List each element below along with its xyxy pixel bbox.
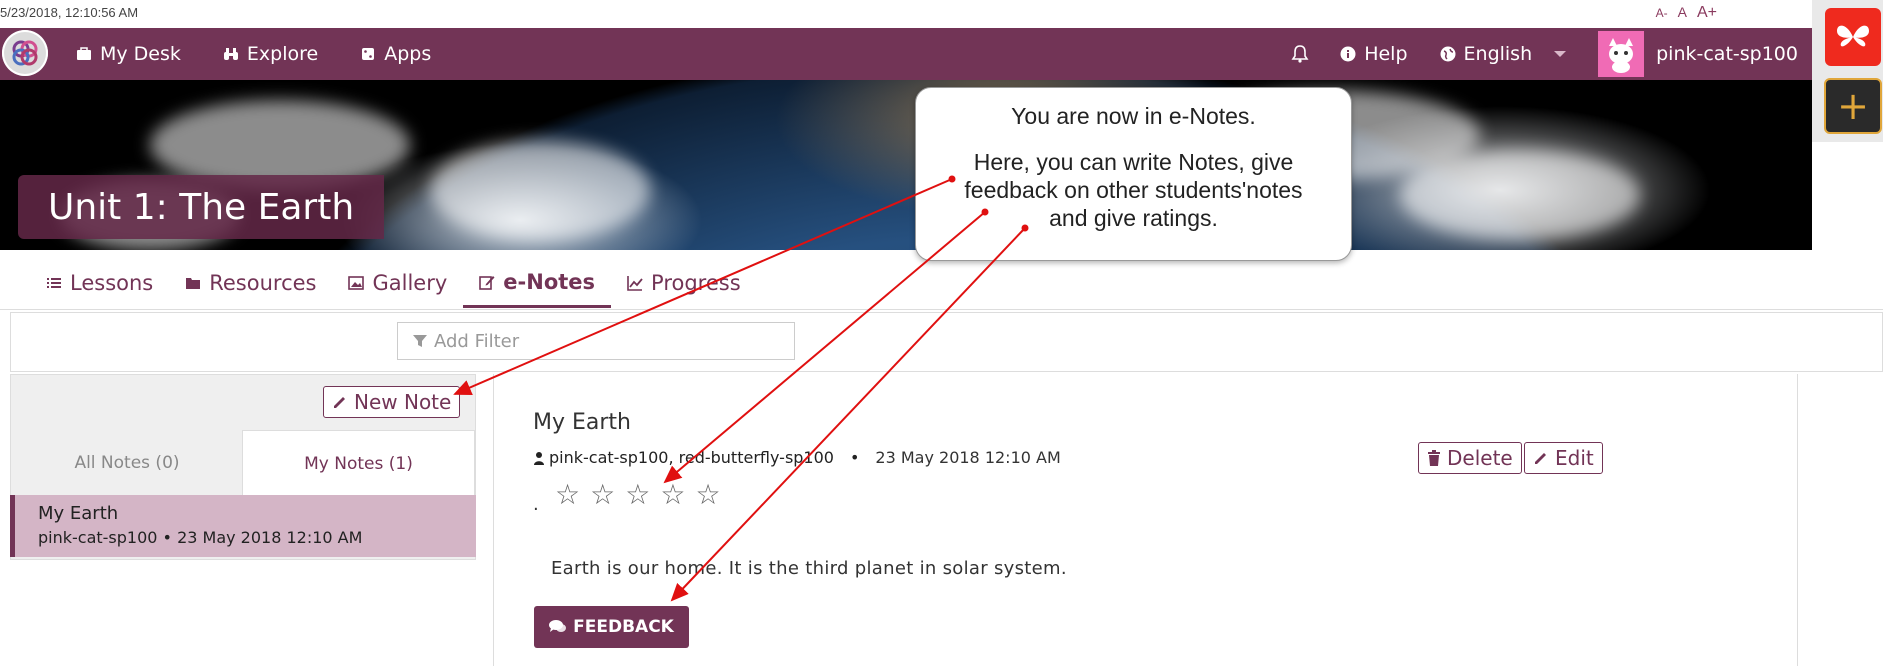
nav-apps-label: Apps [384, 43, 432, 65]
binoculars-icon [223, 48, 238, 60]
list-icon [47, 278, 61, 288]
tab-gallery-label: Gallery [372, 271, 448, 295]
bell-icon[interactable] [1290, 44, 1310, 64]
folder-icon [186, 278, 201, 289]
cat-avatar-icon [1609, 38, 1634, 73]
nav-right: Help English pink-cat-sp100 [1290, 28, 1812, 80]
nav-explore[interactable]: Explore [223, 43, 318, 65]
star-icon[interactable]: ☆ [590, 478, 615, 511]
tab-e-notes-label: e-Notes [503, 269, 596, 294]
dice-icon [362, 48, 375, 60]
new-note-button[interactable]: New Note [323, 386, 461, 418]
delete-button[interactable]: Delete [1418, 442, 1522, 474]
plus-icon: + [1837, 84, 1869, 128]
font-decrease-button[interactable]: A- [1656, 6, 1668, 20]
note-title: My Earth [533, 410, 631, 435]
callout-line-1: You are now in e-Notes. [1011, 103, 1256, 129]
caret-down-icon [1554, 51, 1567, 57]
tab-resources-label: Resources [209, 271, 317, 295]
star-icon[interactable]: ☆ [625, 478, 650, 511]
tab-e-notes[interactable]: e-Notes [463, 258, 612, 308]
callout-line-4: and give ratings. [1049, 205, 1218, 231]
tab-all-notes[interactable]: All Notes (0) [12, 432, 242, 494]
new-note-label: New Note [354, 390, 452, 414]
language-selector[interactable]: English [1440, 43, 1567, 65]
nav-my-desk[interactable]: My Desk [76, 43, 181, 65]
delete-label: Delete [1447, 446, 1513, 470]
image-icon [348, 276, 365, 290]
note-content: Earth is our home. It is the third plane… [551, 558, 1067, 579]
briefcase-icon [77, 47, 91, 60]
tab-resources[interactable]: Resources [169, 258, 332, 308]
nav-apps[interactable]: Apps [360, 43, 431, 65]
star-icon[interactable]: ☆ [660, 478, 685, 511]
tab-lessons[interactable]: Lessons [30, 258, 169, 308]
unit-title: Unit 1: The Earth [18, 175, 385, 239]
line-chart-icon [627, 276, 643, 291]
font-size-controls: A- A A+ [1656, 4, 1717, 22]
note-period: . [533, 494, 539, 515]
pencil-icon [1535, 453, 1546, 464]
help-label: Help [1364, 43, 1408, 65]
timestamp: 5/23/2018, 12:10:56 AM [0, 5, 139, 20]
top-strip: 5/23/2018, 12:10:56 AM A- A A+ [0, 0, 1812, 28]
user-icon [534, 451, 544, 465]
feedback-label: FEEDBACK [573, 617, 674, 637]
app-logo[interactable] [2, 30, 48, 76]
tab-divider [0, 309, 1883, 310]
callout-line-2: Here, you can write Notes, give [973, 149, 1294, 175]
add-filter-placeholder: Add Filter [434, 330, 520, 352]
note-date: 23 May 2018 12:10 AM [875, 448, 1061, 467]
rating-stars[interactable]: ☆ ☆ ☆ ☆ ☆ [555, 478, 721, 511]
tab-my-notes[interactable]: My Notes (1) [242, 430, 475, 496]
info-icon [1340, 46, 1356, 62]
feedback-button[interactable]: FEEDBACK [534, 606, 689, 648]
nav-explore-label: Explore [246, 43, 319, 65]
tab-gallery[interactable]: Gallery [332, 258, 463, 308]
help-link[interactable]: Help [1340, 43, 1408, 65]
star-icon[interactable]: ☆ [695, 478, 720, 511]
font-increase-button[interactable]: A+ [1697, 4, 1717, 22]
trash-icon [1428, 450, 1440, 466]
nav-my-desk-label: My Desk [100, 43, 181, 65]
tab-lessons-label: Lessons [70, 271, 154, 295]
edit-icon [479, 275, 495, 290]
main-nav: My Desk Explore Apps [76, 28, 431, 80]
note-list-item[interactable]: My Earth pink-cat-sp100 • 23 May 2018 12… [10, 495, 476, 557]
username: pink-cat-sp100 [1656, 43, 1798, 65]
note-list-item-meta: pink-cat-sp100 • 23 May 2018 12:10 AM [38, 528, 363, 547]
tutorial-callout: You are now in e-Notes. Here, you can wr… [915, 87, 1352, 261]
note-list-item-title: My Earth [38, 503, 119, 524]
top-navbar: My Desk Explore Apps Help English pink-c… [0, 28, 1812, 80]
tab-progress[interactable]: Progress [611, 258, 757, 308]
butterfly-extension-button[interactable] [1825, 8, 1881, 66]
note-authors: pink-cat-sp100, red-butterfly-sp100 • 23… [533, 448, 1061, 467]
user-menu[interactable]: pink-cat-sp100 [1598, 31, 1798, 77]
logo-icon [12, 40, 38, 66]
add-filter-input[interactable]: Add Filter [397, 322, 795, 360]
edit-label: Edit [1555, 446, 1594, 470]
note-authors-text: pink-cat-sp100, red-butterfly-sp100 [549, 448, 834, 467]
comments-icon [549, 620, 567, 632]
star-icon[interactable]: ☆ [555, 478, 580, 511]
avatar [1598, 31, 1645, 77]
butterfly-icon [1837, 25, 1869, 47]
edit-button[interactable]: Edit [1524, 442, 1603, 474]
section-tabs: Lessons Resources Gallery e-Notes Progre… [30, 258, 757, 308]
add-button[interactable]: + [1824, 78, 1882, 134]
pencil-icon [334, 397, 345, 408]
language-label: English [1463, 43, 1533, 65]
meta-separator: • [849, 448, 860, 467]
filter-icon [413, 335, 427, 347]
callout-line-3: feedback on other students'notes [964, 177, 1303, 203]
filter-bar [10, 312, 1883, 372]
globe-icon [1440, 46, 1456, 62]
font-normal-button[interactable]: A [1678, 4, 1687, 20]
tab-progress-label: Progress [651, 271, 741, 295]
